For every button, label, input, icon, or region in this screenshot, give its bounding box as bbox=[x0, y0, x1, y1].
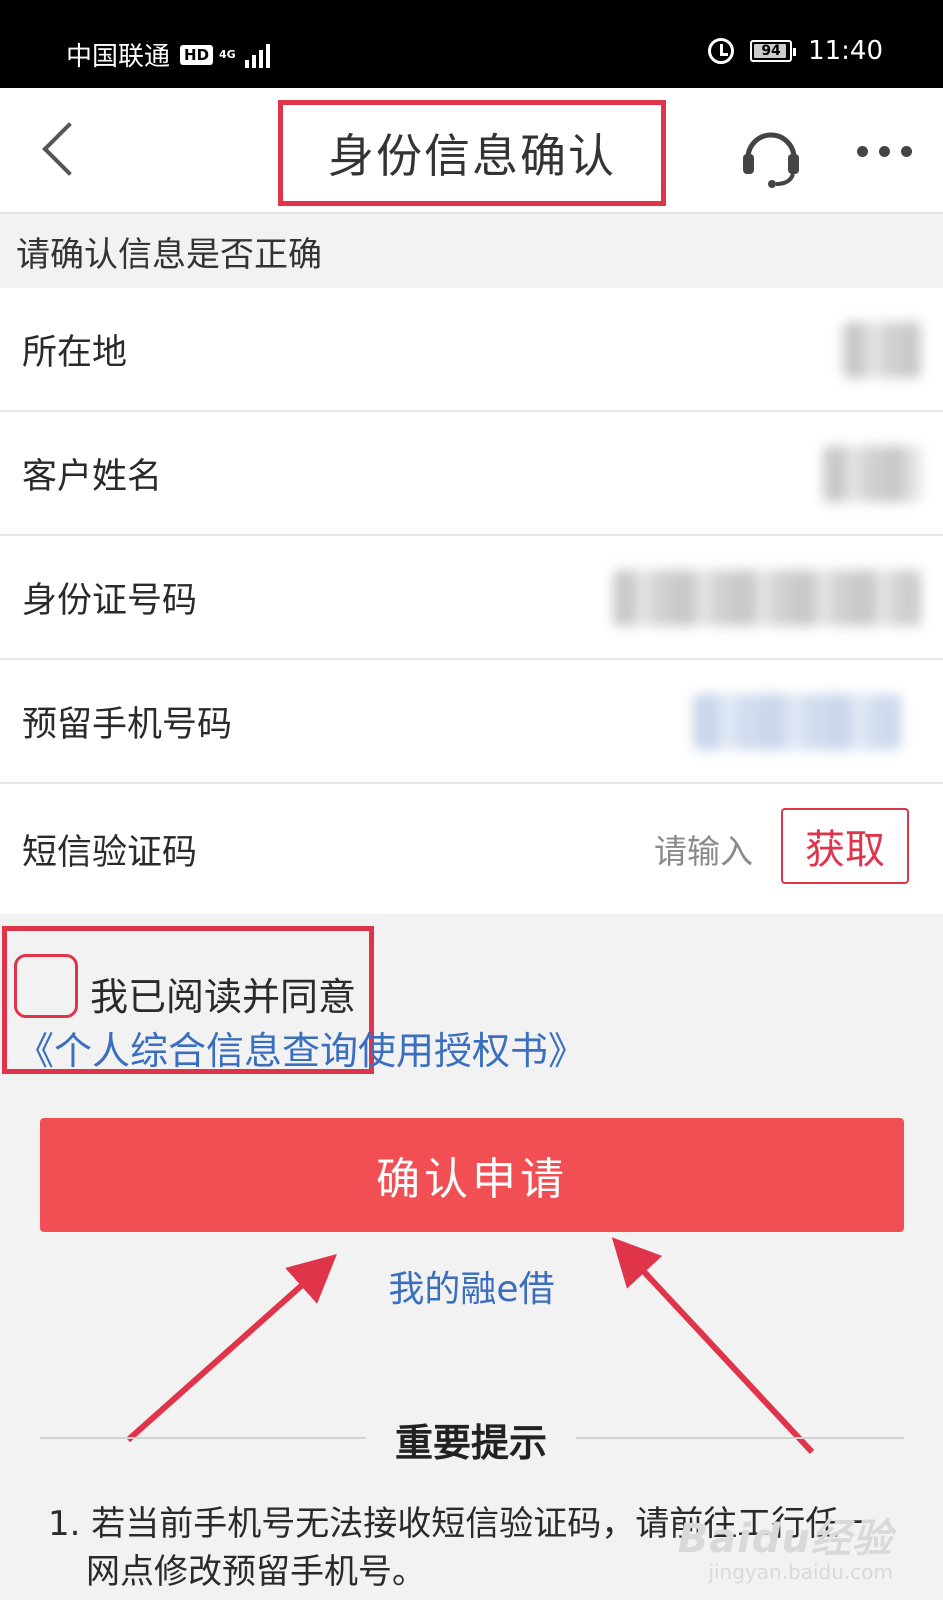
info-row-sms-code: 短信验证码 获取 bbox=[0, 784, 943, 914]
notice-title: 重要提示 bbox=[366, 1412, 576, 1467]
phone-label: 预留手机号码 bbox=[22, 704, 233, 745]
status-left: 中国联通 HD 4G bbox=[66, 36, 271, 73]
sms-code-input[interactable] bbox=[613, 832, 753, 871]
clock-time: 11:40 bbox=[808, 36, 883, 66]
info-row-phone: 预留手机号码 bbox=[0, 660, 943, 784]
network-type: 4G bbox=[219, 48, 236, 61]
alarm-icon bbox=[708, 38, 735, 64]
info-row-customer-name: 客户姓名 bbox=[0, 412, 943, 536]
status-bar: 中国联通 HD 4G 94 11:40 bbox=[0, 0, 943, 88]
authorization-letter-link[interactable]: 《个人综合信息查询使用授权书》 bbox=[16, 1029, 586, 1073]
customer-name-label: 客户姓名 bbox=[22, 456, 163, 497]
my-loan-link[interactable]: 我的融e借 bbox=[0, 1260, 943, 1312]
status-right: 94 11:40 bbox=[708, 36, 883, 66]
id-number-value-redacted bbox=[613, 570, 921, 626]
watermark-main: Baidu经验 bbox=[677, 1516, 893, 1562]
info-list: 所在地 客户姓名 身份证号码 预留手机号码 短信验证码 获取 bbox=[0, 288, 943, 914]
customer-name-value-redacted bbox=[823, 446, 921, 502]
agreement-text: 我已阅读并同意《个人综合信息查询使用授权书》 bbox=[16, 970, 916, 1078]
title-highlight-box: 身份信息确认 bbox=[278, 100, 666, 206]
battery-level: 94 bbox=[761, 43, 781, 59]
location-label: 所在地 bbox=[22, 332, 128, 373]
info-row-id-number: 身份证号码 bbox=[0, 536, 943, 660]
customer-service-headset-icon[interactable] bbox=[738, 122, 804, 188]
back-arrow-icon[interactable] bbox=[42, 122, 96, 176]
get-code-button[interactable]: 获取 bbox=[781, 808, 909, 884]
baidu-jingyan-watermark: Baidu经验 jingyan.baidu.com bbox=[678, 1506, 893, 1584]
section-header: 请确认信息是否正确 bbox=[0, 214, 943, 288]
location-value-redacted bbox=[843, 322, 921, 378]
nav-bar: 身份信息确认 bbox=[0, 88, 943, 214]
agreement-area: 我已阅读并同意《个人综合信息查询使用授权书》 bbox=[0, 926, 943, 1076]
sms-code-label: 短信验证码 bbox=[22, 832, 198, 873]
watermark-sub: jingyan.baidu.com bbox=[708, 1560, 893, 1584]
info-row-location: 所在地 bbox=[0, 288, 943, 412]
hd-badge: HD bbox=[180, 44, 214, 65]
phone-value-redacted bbox=[693, 694, 901, 750]
signal-icon bbox=[245, 42, 271, 68]
more-options-icon[interactable] bbox=[857, 146, 912, 157]
agreement-label: 我已阅读并同意 bbox=[90, 975, 357, 1019]
battery-icon: 94 bbox=[750, 40, 797, 62]
page-title: 身份信息确认 bbox=[328, 129, 616, 183]
id-number-label: 身份证号码 bbox=[22, 580, 198, 621]
confirm-apply-button[interactable]: 确认申请 bbox=[40, 1118, 904, 1232]
carrier-name: 中国联通 bbox=[66, 42, 171, 72]
